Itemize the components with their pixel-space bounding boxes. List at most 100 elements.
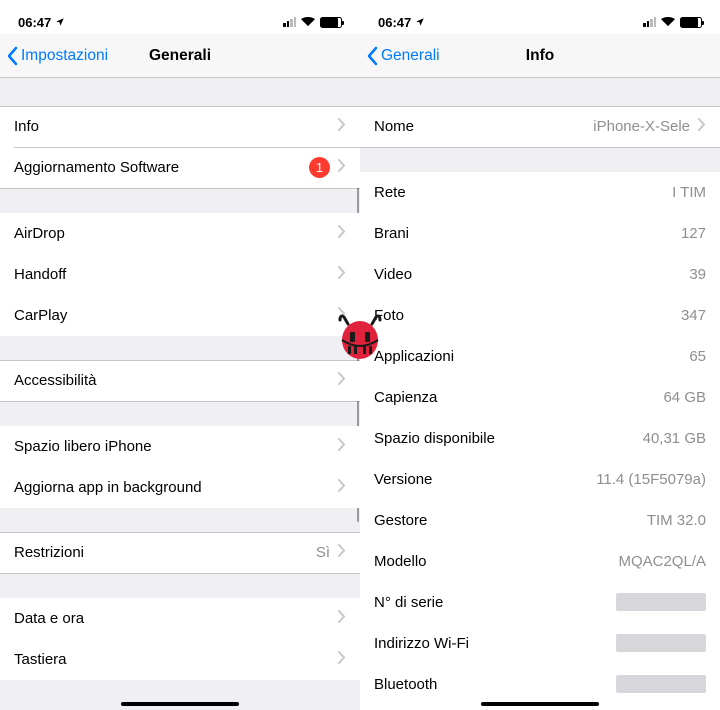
redacted-value [616,675,706,693]
page-title: Info [526,47,554,65]
cell-label: Rete [374,184,672,201]
cell-value: TIM 32.0 [647,512,706,529]
battery-icon [680,17,702,28]
redacted-value [616,593,706,611]
cell-value: 64 GB [663,389,706,406]
cell-keyboard[interactable]: Tastiera [0,639,360,680]
cell-value: I TIM [672,184,706,201]
cell-info[interactable]: Info [0,107,360,148]
cell-label: Aggiornamento Software [14,159,309,176]
cell-value: 11.4 (15F5079a) [596,471,706,488]
chevron-right-icon [338,651,346,668]
cell-value: iPhone-X-Sele [593,118,690,135]
cell-airdrop[interactable]: AirDrop [0,213,360,254]
cell-background-refresh[interactable]: Aggiorna app in background [0,467,360,508]
cell-software-update[interactable]: Aggiornamento Software 1 [0,148,360,189]
cell-available: Spazio disponibile40,31 GB [360,418,720,459]
cell-value: 40,31 GB [643,430,706,447]
nav-header: Impostazioni Generali [0,34,360,78]
chevron-right-icon [338,266,346,283]
redacted-value [616,634,706,652]
cell-apps: Applicazioni65 [360,336,720,377]
location-icon [415,15,425,30]
home-indicator [481,702,599,707]
chevron-right-icon [338,159,346,176]
cell-video: Video39 [360,254,720,295]
wifi-icon [301,15,315,30]
info-list: Nome iPhone-X-Sele ReteI TIM Brani127 Vi… [360,78,720,710]
chevron-right-icon [338,225,346,242]
back-label: Generali [381,47,440,65]
cell-value: MQAC2QL/A [618,553,706,570]
cellular-signal-icon [643,17,656,27]
cell-label: Indirizzo Wi-Fi [374,635,616,652]
left-screenshot: 06:47 Impostazioni Generali Info [0,0,360,710]
chevron-right-icon [338,610,346,627]
page-title: Generali [149,47,211,65]
cell-value: 65 [689,348,706,365]
cell-label: CarPlay [14,307,338,324]
cell-label: AirDrop [14,225,338,242]
cell-label: Capienza [374,389,663,406]
cell-restrictions[interactable]: Restrizioni Sì [0,533,360,574]
cell-label: Modello [374,553,618,570]
cell-label: IMEI [374,707,706,710]
cell-label: Versione [374,471,596,488]
cell-label: Spazio disponibile [374,430,643,447]
back-button[interactable]: Generali [360,46,440,66]
cell-label: Tastiera [14,651,338,668]
cell-model: ModelloMQAC2QL/A [360,541,720,582]
restrictions-value: Sì [316,544,330,561]
home-indicator [121,702,239,707]
cell-accessibility[interactable]: Accessibilità [0,361,360,402]
battery-icon [320,17,342,28]
cell-capacity: Capienza64 GB [360,377,720,418]
chevron-right-icon [338,118,346,135]
cell-label: Restrizioni [14,544,316,561]
nav-header: Generali Info [360,34,720,78]
cell-value: 127 [681,225,706,242]
cell-network: ReteI TIM [360,172,720,213]
watermark-logo [334,310,386,362]
cell-label: Applicazioni [374,348,689,365]
cell-label: Info [14,118,338,135]
cell-version: Versione11.4 (15F5079a) [360,459,720,500]
cell-bluetooth: Bluetooth [360,664,720,705]
right-screenshot: 06:47 Generali Info Nome iPhone-X-S [360,0,720,710]
cell-iphone-storage[interactable]: Spazio libero iPhone [0,426,360,467]
chevron-right-icon [698,118,706,135]
cell-label: N° di serie [374,594,616,611]
cell-value: 347 [681,307,706,324]
cell-label: Foto [374,307,681,324]
cell-label: Brani [374,225,681,242]
location-icon [55,15,65,30]
settings-list: Info Aggiornamento Software 1 AirDrop [0,78,360,710]
status-bar: 06:47 [0,0,360,34]
update-badge: 1 [309,157,330,178]
cell-label: Accessibilità [14,372,338,389]
cell-label: Nome [374,118,593,135]
wifi-icon [661,15,675,30]
chevron-right-icon [338,372,346,389]
cell-label: Data e ora [14,610,338,627]
cell-label: Aggiorna app in background [14,479,338,496]
cell-photo: Foto347 [360,295,720,336]
cellular-signal-icon [283,17,296,27]
status-time: 06:47 [18,15,51,30]
cell-songs: Brani127 [360,213,720,254]
cell-handoff[interactable]: Handoff [0,254,360,295]
cell-label: Video [374,266,689,283]
cell-label: Handoff [14,266,338,283]
back-label: Impostazioni [21,47,108,65]
chevron-right-icon [338,438,346,455]
cell-wifi-address: Indirizzo Wi-Fi [360,623,720,664]
cell-carplay[interactable]: CarPlay [0,295,360,336]
back-button[interactable]: Impostazioni [0,46,108,66]
cell-label: Bluetooth [374,676,616,693]
status-time: 06:47 [378,15,411,30]
status-bar: 06:47 [360,0,720,34]
cell-name[interactable]: Nome iPhone-X-Sele [360,107,720,148]
cell-label: Gestore [374,512,647,529]
cell-date-time[interactable]: Data e ora [0,598,360,639]
chevron-right-icon [338,544,346,561]
